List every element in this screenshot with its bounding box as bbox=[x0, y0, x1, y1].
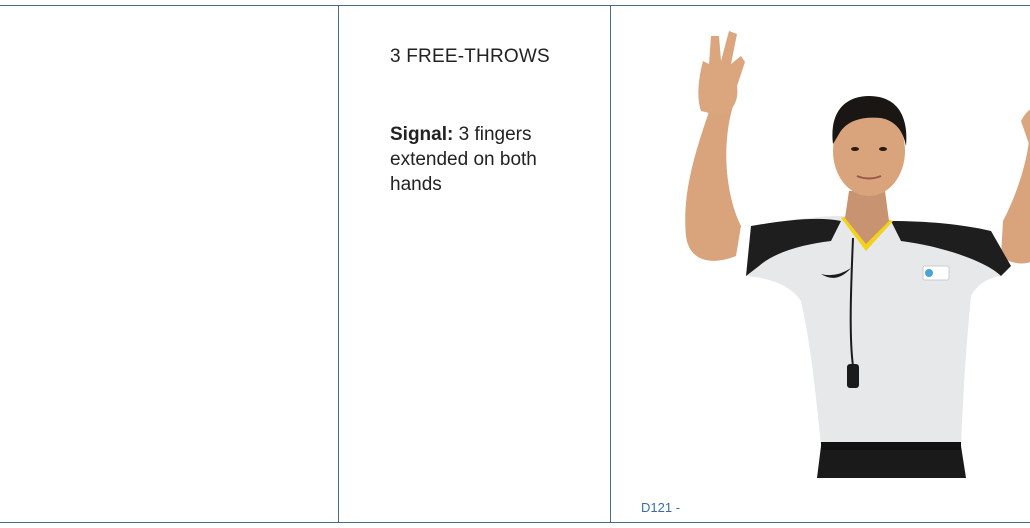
image-column: D121 - bbox=[610, 6, 1030, 522]
signal-title: 3 FREE-THROWS bbox=[390, 46, 550, 67]
signal-description: Signal: 3 fingers extended on both hands bbox=[390, 122, 590, 197]
text-column: 3 FREE-THROWS Signal: 3 fingers extended… bbox=[338, 6, 611, 522]
signal-table: 3 FREE-THROWS Signal: 3 fingers extended… bbox=[0, 5, 1030, 523]
empty-column bbox=[0, 6, 338, 522]
signal-label: Signal: bbox=[390, 124, 454, 145]
figure-caption: D121 - bbox=[641, 500, 681, 515]
referee-photo bbox=[685, 31, 1030, 478]
